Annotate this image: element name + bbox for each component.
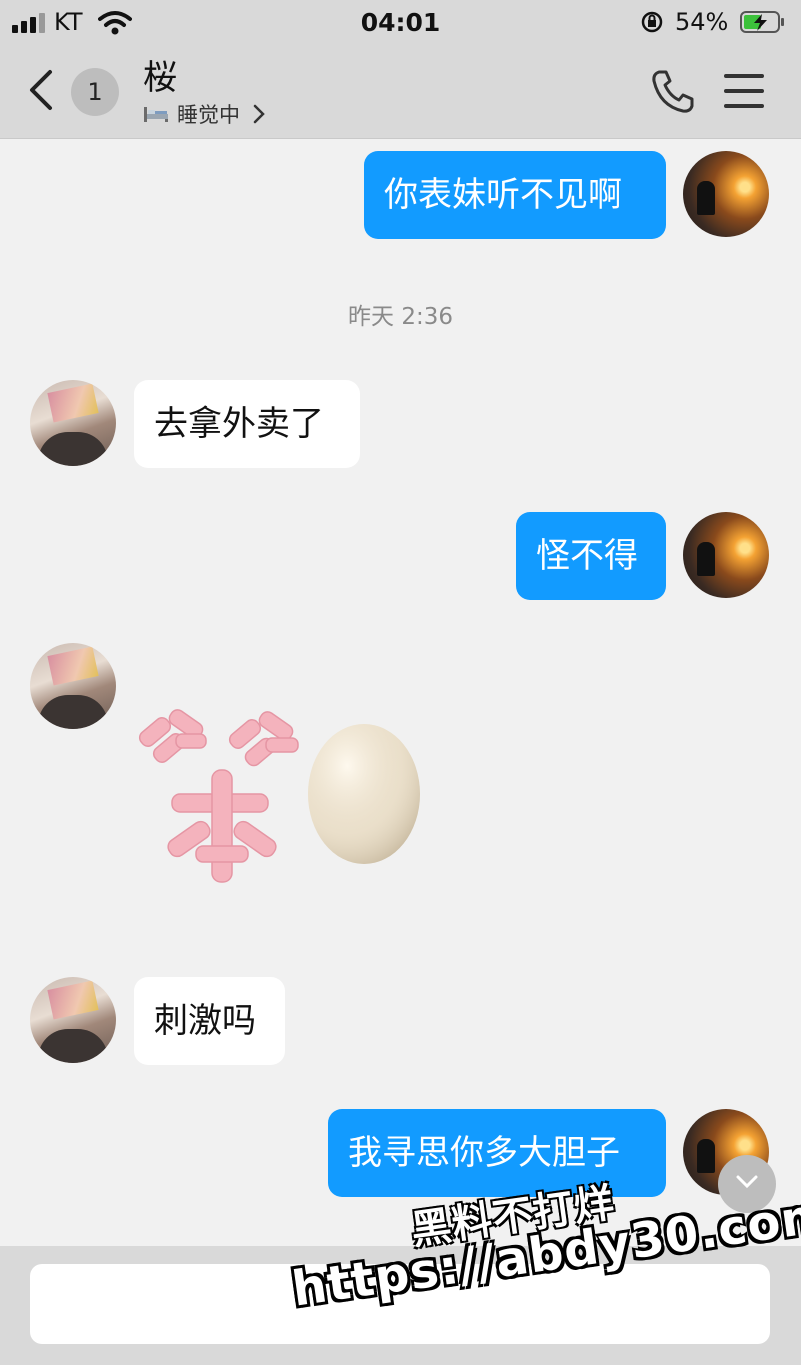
- contact-avatar[interactable]: [30, 977, 116, 1063]
- message-timestamp: 昨天 2:36: [348, 304, 453, 330]
- my-avatar[interactable]: [683, 151, 769, 237]
- chevron-down-icon: [736, 1175, 758, 1189]
- chat-header: 1 桜 睡觉中: [0, 46, 801, 139]
- back-icon[interactable]: [26, 68, 56, 112]
- unread-count-badge[interactable]: 1: [71, 68, 119, 116]
- status-bar: KT 04:01 54%: [0, 0, 801, 46]
- bed-icon: [144, 107, 168, 122]
- message-bubble-outgoing[interactable]: 我寻思你多大胆子: [328, 1109, 666, 1197]
- contact-status[interactable]: 睡觉中: [143, 100, 266, 128]
- message-bubble-outgoing[interactable]: 怪不得: [516, 512, 666, 600]
- sticker-image[interactable]: [132, 694, 424, 894]
- menu-icon[interactable]: [724, 74, 764, 108]
- phone-icon[interactable]: [650, 68, 694, 114]
- contact-avatar[interactable]: [30, 380, 116, 466]
- message-bubble-outgoing[interactable]: 你表妹听不见啊: [364, 151, 666, 239]
- battery-charging-icon: [740, 11, 784, 33]
- contact-name[interactable]: 桜: [143, 50, 177, 99]
- chevron-right-icon: [253, 104, 265, 124]
- my-avatar[interactable]: [683, 512, 769, 598]
- battery-percent: 54%: [675, 8, 729, 36]
- contact-avatar[interactable]: [30, 643, 116, 729]
- orientation-lock-icon: [641, 11, 663, 33]
- message-bubble-incoming[interactable]: 刺激吗: [134, 977, 285, 1065]
- message-list[interactable]: 你表妹听不见啊 昨天 2:36 去拿外卖了 怪不得 刺激吗 我寻思你多大胆子: [0, 139, 801, 1245]
- status-text: 睡觉中: [177, 103, 240, 127]
- message-bubble-incoming[interactable]: 去拿外卖了: [134, 380, 360, 468]
